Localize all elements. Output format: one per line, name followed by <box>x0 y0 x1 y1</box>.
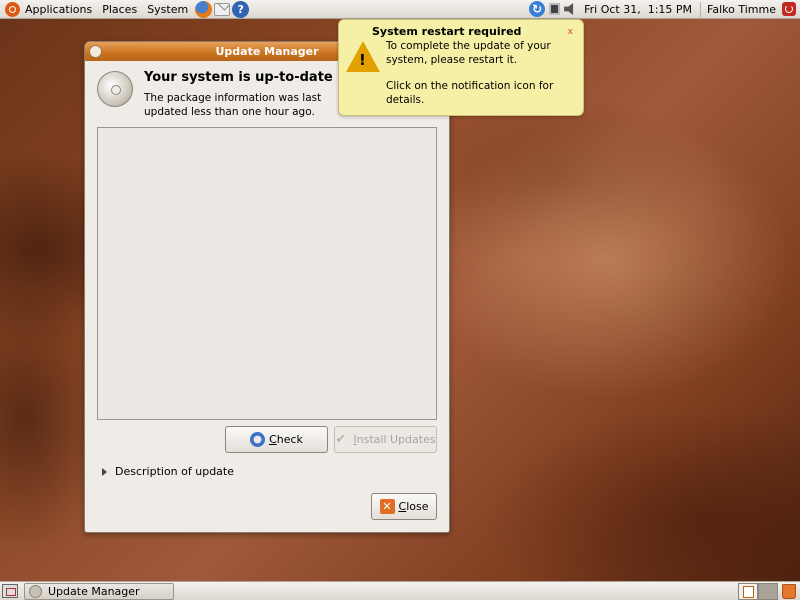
volume-icon[interactable] <box>564 3 574 15</box>
trash-icon[interactable] <box>782 583 796 599</box>
close-button[interactable]: ✕ Close <box>371 493 437 520</box>
description-label: Description of update <box>115 465 235 478</box>
power-icon[interactable] <box>782 2 796 16</box>
applications-menu[interactable]: Applications <box>0 0 97 19</box>
notification-line-2: Click on the notification icon for detai… <box>386 80 554 106</box>
network-icon[interactable] <box>549 3 561 15</box>
evolution-mail-icon[interactable] <box>214 2 231 16</box>
refresh-icon <box>250 432 266 447</box>
workspace-1[interactable] <box>738 582 758 600</box>
workspace-2[interactable] <box>758 582 778 600</box>
checkmark-icon: ✔ <box>335 431 347 447</box>
install-rest: nstall Updates <box>356 433 436 446</box>
places-menu[interactable]: Places <box>97 0 142 19</box>
show-desktop-icon[interactable] <box>2 584 18 598</box>
close-button-label: Close <box>399 500 429 513</box>
check-rest: heck <box>276 433 303 446</box>
window-title: Update Manager <box>215 45 319 58</box>
update-cd-icon <box>97 71 133 107</box>
ubuntu-logo-icon <box>5 1 20 17</box>
close-icon: ✕ <box>379 499 395 514</box>
notification-body: To complete the update of your system, p… <box>386 40 576 120</box>
user-switcher[interactable]: Falko Timme <box>701 3 780 16</box>
panel-tray: ↻ Fri Oct 31, 1:15 PM Falko Timme <box>527 0 800 19</box>
expander-arrow-icon <box>102 467 107 476</box>
applications-menu-label: Applications <box>25 2 93 16</box>
updates-list[interactable] <box>97 127 437 420</box>
clock[interactable]: Fri Oct 31, 1:15 PM <box>578 3 700 16</box>
restart-notification[interactable]: ! System restart required x To complete … <box>338 19 584 116</box>
system-menu[interactable]: System <box>142 0 193 19</box>
bottom-right-area <box>738 582 800 600</box>
taskbar-update-manager[interactable]: Update Manager <box>24 582 174 600</box>
bottom-panel: Update Manager <box>0 581 800 600</box>
notification-close-icon[interactable]: x <box>568 27 573 37</box>
check-accel: C <box>269 433 277 446</box>
status-heading: Your system is up-to-date <box>144 70 333 85</box>
close-rest: lose <box>406 500 429 513</box>
task-app-icon <box>29 584 42 598</box>
notification-title: System restart required <box>372 25 522 38</box>
task-label: Update Manager <box>48 584 140 598</box>
warning-exclamation: ! <box>359 51 366 69</box>
window-menu-icon[interactable] <box>89 45 102 58</box>
update-notifier-icon[interactable]: ↻ <box>529 1 546 17</box>
description-expander[interactable]: Description of update <box>102 465 234 478</box>
check-button[interactable]: Check <box>225 426 328 453</box>
firefox-icon[interactable] <box>195 0 213 18</box>
help-icon[interactable]: ? <box>232 0 250 18</box>
install-button-label: Install Updates <box>353 433 435 446</box>
top-panel: Applications Places System ? ↻ Fri Oct 3… <box>0 0 800 19</box>
status-subtext: The package information was last updated… <box>144 92 322 118</box>
install-updates-button[interactable]: ✔ Install Updates <box>334 426 437 453</box>
check-button-label: Check <box>269 433 303 446</box>
notification-line-1: To complete the update of your system, p… <box>386 40 551 66</box>
